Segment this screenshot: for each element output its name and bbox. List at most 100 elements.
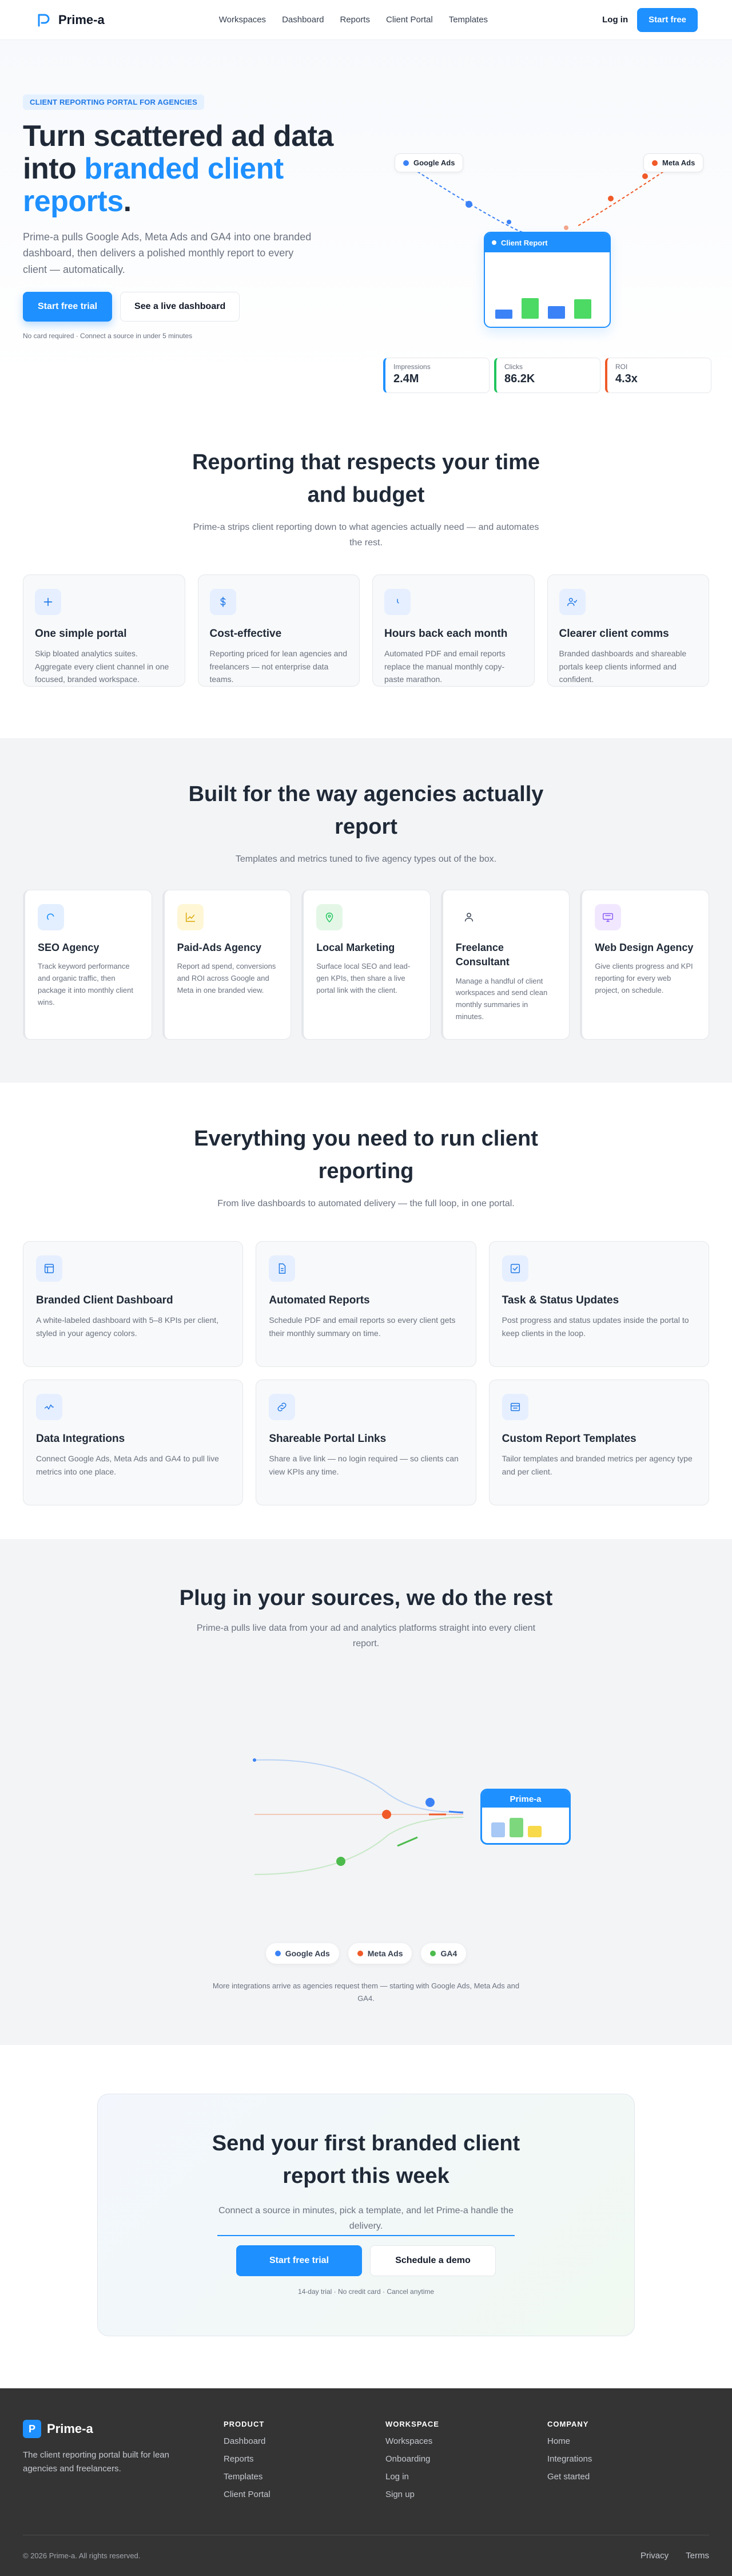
login-link[interactable]: Log in xyxy=(602,15,628,25)
agency-card-title: Freelance Consultant xyxy=(455,942,510,968)
why-cards: One simple portal Skip bloated analytics … xyxy=(23,574,709,687)
flow-dot xyxy=(425,1798,435,1808)
logo-icon xyxy=(34,11,53,29)
integrations-section: Plug in your sources, we do the rest Pri… xyxy=(0,1539,732,2045)
why-section: Reporting that respects your time and bu… xyxy=(0,378,732,738)
nav-link-templates[interactable]: Templates xyxy=(449,15,488,25)
feature-card-title: Shareable Portal Links xyxy=(269,1433,387,1445)
report-bar xyxy=(574,299,591,319)
feature-card-title: Automated Reports xyxy=(269,1294,370,1307)
feature-card: Custom Report Templates Tailor templates … xyxy=(488,1380,709,1506)
legal-links: Privacy Terms xyxy=(640,2551,709,2561)
document-icon xyxy=(269,1255,296,1282)
brand-name: Prime-a xyxy=(58,12,105,27)
nav-link-client-portal[interactable]: Client Portal xyxy=(386,15,433,25)
nav-link-dashboard[interactable]: Dashboard xyxy=(282,15,324,25)
footer-link[interactable]: Home xyxy=(547,2436,709,2446)
integration-pill[interactable]: GA4 xyxy=(421,1943,467,1964)
start-free-button[interactable]: Start free xyxy=(637,7,698,32)
integration-pills: Google Ads Meta Ads GA4 xyxy=(23,1943,709,1964)
footer-link[interactable]: Onboarding xyxy=(385,2454,547,2464)
agency-card[interactable]: Web Design Agency Give clients progress a… xyxy=(580,890,709,1040)
footer-link[interactable]: Integrations xyxy=(547,2454,709,2464)
metric-label: ROI xyxy=(615,363,628,371)
agency-card-title: Paid-Ads Agency xyxy=(177,942,261,954)
why-title: Reporting that respects your time and bu… xyxy=(192,450,540,507)
cta-start-trial-button[interactable]: Start free trial xyxy=(236,2245,362,2277)
hub-label: Prime-a xyxy=(482,1790,569,1808)
footer-link[interactable]: Log in xyxy=(385,2472,547,2482)
agency-card-text: Give clients progress and KPI reporting … xyxy=(595,962,693,994)
feature-card: Branded Client Dashboard A white-labeled … xyxy=(23,1241,244,1368)
footer-brand: P Prime-a The client reporting portal bu… xyxy=(23,2420,224,2499)
footer-link[interactable]: Reports xyxy=(224,2454,385,2464)
footer-column: COMPANY Home Integrations Get started xyxy=(547,2420,709,2499)
agencies-subtitle: Templates and metrics tuned to five agen… xyxy=(235,854,497,864)
integrations-title: Plug in your sources, we do the rest xyxy=(179,1586,553,1610)
integration-name: Meta Ads xyxy=(367,1949,403,1959)
start-trial-button[interactable]: Start free trial xyxy=(23,291,113,322)
agency-cards: SEO Agency Track keyword performance and … xyxy=(23,890,709,1040)
link-icon xyxy=(269,1394,296,1421)
feature-cards: Branded Client Dashboard A white-labeled … xyxy=(23,1241,709,1506)
nav-link-reports[interactable]: Reports xyxy=(340,15,370,25)
flow-dot xyxy=(466,201,472,208)
agency-card[interactable]: SEO Agency Track keyword performance and … xyxy=(23,890,152,1040)
nav-link-workspaces[interactable]: Workspaces xyxy=(219,15,266,25)
nav-actions: Log in Start free xyxy=(602,7,698,32)
footer-link[interactable]: Sign up xyxy=(385,2490,547,2499)
why-card-text: Automated PDF and email reports replace … xyxy=(384,649,506,684)
hero-badge: CLIENT REPORTING PORTAL FOR AGENCIES xyxy=(23,94,204,110)
footer-column: WORKSPACE Workspaces Onboarding Log in Sign … xyxy=(385,2420,547,2499)
agency-card[interactable]: Local Marketing Surface local SEO and lea… xyxy=(301,890,431,1040)
feature-card-title: Data Integrations xyxy=(36,1433,125,1445)
cta-section: Send your first branded client report th… xyxy=(0,2045,732,2388)
report-bar xyxy=(495,310,512,319)
feature-card-text: Connect Google Ads, Meta Ads and GA4 to … xyxy=(36,1454,219,1476)
plug-icon xyxy=(36,1394,62,1421)
integration-pill[interactable]: Google Ads xyxy=(265,1943,339,1964)
feature-card-text: Schedule PDF and email reports so every … xyxy=(269,1315,456,1338)
source-label: Google Ads xyxy=(413,158,455,167)
features-subtitle: From live dashboards to automated delive… xyxy=(217,1199,515,1208)
cta-buttons: Start free trial Schedule a demo xyxy=(121,2245,611,2277)
footer-brand-name: Prime-a xyxy=(47,2422,93,2436)
terms-link[interactable]: Terms xyxy=(686,2551,709,2561)
flow-dot xyxy=(564,225,568,230)
integration-dot-icon xyxy=(357,1951,363,1957)
hero-note: No card required · Connect a source in u… xyxy=(23,331,193,340)
nav-links: Workspaces Dashboard Reports Client Port… xyxy=(219,15,488,25)
agency-card[interactable]: Freelance Consultant Manage a handful of … xyxy=(440,890,570,1040)
why-subtitle: Prime-a strips client reporting down to … xyxy=(193,522,539,548)
flow-segment xyxy=(397,1836,418,1847)
footer-link[interactable]: Client Portal xyxy=(224,2490,385,2499)
footer-tagline: The client reporting portal built for le… xyxy=(23,2450,169,2474)
footer-link-list: Dashboard Reports Templates Client Portal xyxy=(224,2436,385,2499)
flow-line-meta xyxy=(577,171,664,227)
footer-link[interactable]: Get started xyxy=(547,2472,709,2482)
why-card-title: Clearer client comms xyxy=(559,628,669,640)
live-dashboard-button[interactable]: See a live dashboard xyxy=(120,291,240,322)
brand-logo[interactable]: Prime-a xyxy=(34,11,105,29)
integration-dot-icon xyxy=(430,1951,436,1957)
report-bar-chart xyxy=(495,267,599,319)
template-icon xyxy=(502,1394,528,1421)
integrations-note: More integrations arrive as agencies req… xyxy=(212,1981,520,2003)
privacy-link[interactable]: Privacy xyxy=(640,2551,669,2561)
flow-dot xyxy=(336,1857,345,1866)
integration-pill[interactable]: Meta Ads xyxy=(348,1943,412,1964)
footer-link[interactable]: Dashboard xyxy=(224,2436,385,2446)
copyright: © 2026 Prime-a. All rights reserved. xyxy=(23,2551,141,2560)
why-card-title: Cost-effective xyxy=(209,628,282,640)
why-card: One simple portal Skip bloated analytics … xyxy=(23,574,185,687)
chart-icon xyxy=(177,904,204,931)
hub-card: Prime-a xyxy=(480,1789,571,1845)
footer-link[interactable]: Workspaces xyxy=(385,2436,547,2446)
integration-name: GA4 xyxy=(440,1949,458,1959)
agency-card[interactable]: Paid-Ads Agency Report ad spend, conversi… xyxy=(162,890,292,1040)
footer-logo[interactable]: P Prime-a xyxy=(23,2420,224,2438)
google-ads-icon xyxy=(403,160,409,166)
hub-bar xyxy=(510,1818,523,1838)
footer-link[interactable]: Templates xyxy=(224,2472,385,2482)
schedule-demo-button[interactable]: Schedule a demo xyxy=(370,2245,496,2277)
